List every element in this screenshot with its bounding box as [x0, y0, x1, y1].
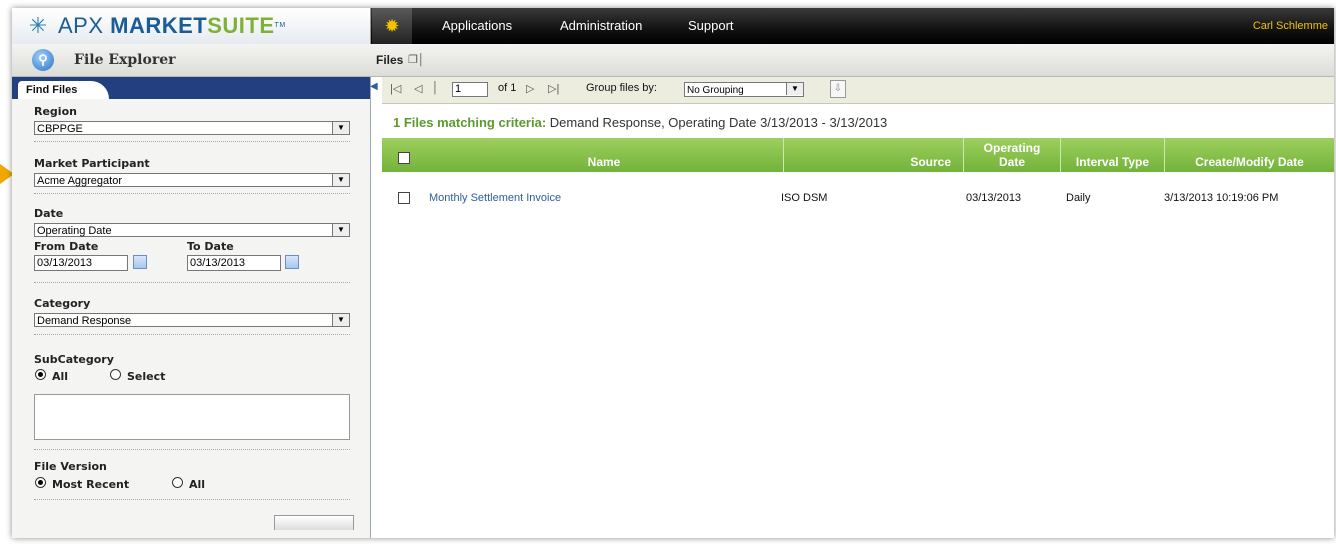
col-modify-date[interactable]: Create/Modify Date: [1164, 138, 1334, 172]
row-interval-type: Daily: [1066, 192, 1091, 204]
tab-find-files[interactable]: Find Files: [18, 81, 110, 99]
row-file-name-link[interactable]: Monthly Settlement Invoice: [429, 192, 561, 204]
chevron-down-icon[interactable]: ▼: [332, 174, 349, 186]
from-date-input[interactable]: 03/13/2013: [34, 255, 128, 271]
category-label: Category: [34, 297, 91, 310]
participant-value: Acme Aggregator: [37, 175, 122, 187]
region-label: Region: [34, 105, 77, 118]
group-by-value: No Grouping: [687, 85, 744, 96]
last-page-icon[interactable]: ▷|: [548, 82, 559, 95]
category-select[interactable]: Demand Response ▼: [34, 313, 350, 327]
user-name-link[interactable]: Carl Schlemme: [1253, 20, 1328, 32]
calendar-icon[interactable]: [285, 255, 299, 269]
home-bug-icon[interactable]: ✹: [372, 8, 412, 44]
top-nav-bar: ✳ APX MARKETSUITETM ✹ Applications Admin…: [12, 8, 1334, 44]
group-by-select[interactable]: No Grouping ▼: [684, 82, 804, 97]
subcategory-all-label: All: [52, 370, 69, 383]
title-row: ⚲ File Explorer Files ❐│: [12, 44, 1334, 77]
version-recent-label: Most Recent: [52, 478, 130, 491]
to-date-label: To Date: [187, 240, 234, 253]
nav-administration[interactable]: Administration: [560, 18, 642, 33]
subcategory-listbox[interactable]: [34, 394, 350, 440]
divider: [34, 449, 350, 450]
collapse-panel-icon[interactable]: ◀: [370, 81, 378, 92]
row-source: ISO DSM: [781, 192, 828, 204]
col-interval-type[interactable]: Interval Type: [1060, 138, 1164, 172]
col-name[interactable]: Name: [425, 138, 783, 172]
col-modified-label: Create/Modify Date: [1195, 155, 1304, 169]
calendar-icon[interactable]: [133, 255, 147, 269]
starburst-icon: ✳: [28, 13, 48, 38]
export-icon[interactable]: ⇩: [830, 80, 846, 98]
row-operating-date: 03/13/2013: [966, 192, 1022, 204]
logo-apx: APX: [58, 13, 111, 38]
nav-support[interactable]: Support: [688, 18, 734, 33]
subcategory-all-radio[interactable]: [35, 369, 46, 380]
divider: [34, 193, 350, 194]
page-title: File Explorer: [74, 52, 176, 68]
chevron-down-icon[interactable]: ▼: [332, 122, 349, 134]
pager-toolbar: |◁ ◁ │ 1 of 1 ▷ ▷| Group files by: No Gr…: [382, 77, 1334, 104]
region-select[interactable]: CBPPGE ▼: [34, 121, 350, 135]
chevron-down-icon[interactable]: ▼: [332, 224, 349, 236]
col-operating-date[interactable]: Operating Date: [963, 138, 1060, 172]
chevron-down-icon[interactable]: ▼: [332, 314, 349, 326]
date-type-value: Operating Date: [37, 225, 112, 237]
divider: [34, 499, 350, 500]
app-window: ✳ APX MARKETSUITETM ✹ Applications Admin…: [12, 8, 1334, 538]
chevron-down-icon[interactable]: ▼: [786, 83, 803, 95]
participant-select[interactable]: Acme Aggregator ▼: [34, 173, 350, 187]
category-value: Demand Response: [37, 315, 132, 327]
date-type-select[interactable]: Operating Date ▼: [34, 223, 350, 237]
logo-text: APX MARKETSUITETM: [58, 14, 286, 38]
col-opdate-label-2: Date: [998, 155, 1025, 169]
file-version-label: File Version: [34, 460, 107, 473]
divider: [34, 141, 350, 142]
col-name-label: Name: [587, 155, 621, 169]
results-count: 1 Files matching criteria:: [393, 115, 547, 130]
nav-applications[interactable]: Applications: [442, 18, 512, 33]
magnifier-icon: ⚲: [32, 49, 54, 71]
logo: ✳ APX MARKETSUITETM: [12, 8, 371, 44]
divider: [34, 334, 350, 335]
participant-label: Market Participant: [34, 157, 150, 170]
row-checkbox[interactable]: [398, 192, 410, 204]
search-button[interactable]: [274, 515, 354, 530]
row-modify-date: 3/13/2013 10:19:06 PM: [1164, 192, 1279, 204]
col-source-label: Source: [910, 155, 951, 169]
subcategory-select-label: Select: [127, 370, 166, 383]
group-by-label: Group files by:: [586, 82, 657, 94]
next-page-icon[interactable]: ▷: [526, 82, 534, 95]
find-files-panel: Find Files Region CBPPGE ▼ Market Partic…: [12, 77, 371, 538]
from-date-label: From Date: [34, 240, 99, 253]
page-count: of 1: [498, 82, 517, 94]
select-all-checkbox[interactable]: [398, 152, 410, 164]
col-interval-label: Interval Type: [1075, 155, 1150, 169]
tab-files[interactable]: Files: [376, 53, 403, 67]
logo-market: MARKET: [110, 13, 208, 38]
subcategory-select-radio[interactable]: [110, 369, 121, 380]
version-recent-radio[interactable]: [35, 477, 46, 488]
version-all-radio[interactable]: [172, 477, 183, 488]
panel-tab-strip: Find Files: [12, 77, 370, 99]
results-criteria: Demand Response, Operating Date 3/13/201…: [546, 115, 888, 130]
to-date-input[interactable]: 03/13/2013: [187, 255, 281, 271]
page-number-input[interactable]: 1: [452, 82, 488, 97]
col-source[interactable]: Source: [783, 138, 963, 172]
region-value: CBPPGE: [37, 123, 83, 135]
divider: [34, 282, 350, 283]
first-page-icon[interactable]: |◁: [390, 82, 401, 95]
version-all-label: All: [189, 478, 206, 491]
date-label: Date: [34, 207, 64, 220]
subcategory-label: SubCategory: [34, 353, 114, 366]
results-summary: 1 Files matching criteria: Demand Respon…: [393, 115, 887, 130]
prev-page-icon[interactable]: ◁: [414, 82, 422, 95]
restore-window-icon[interactable]: ❐│: [408, 53, 425, 66]
col-opdate-label-1: Operating: [983, 141, 1041, 155]
logo-suite: SUITE: [207, 13, 275, 38]
logo-trademark: TM: [274, 22, 286, 29]
grid-header: Name Source Operating Date Interval Type…: [382, 138, 1334, 172]
page-separator: │: [432, 82, 439, 94]
